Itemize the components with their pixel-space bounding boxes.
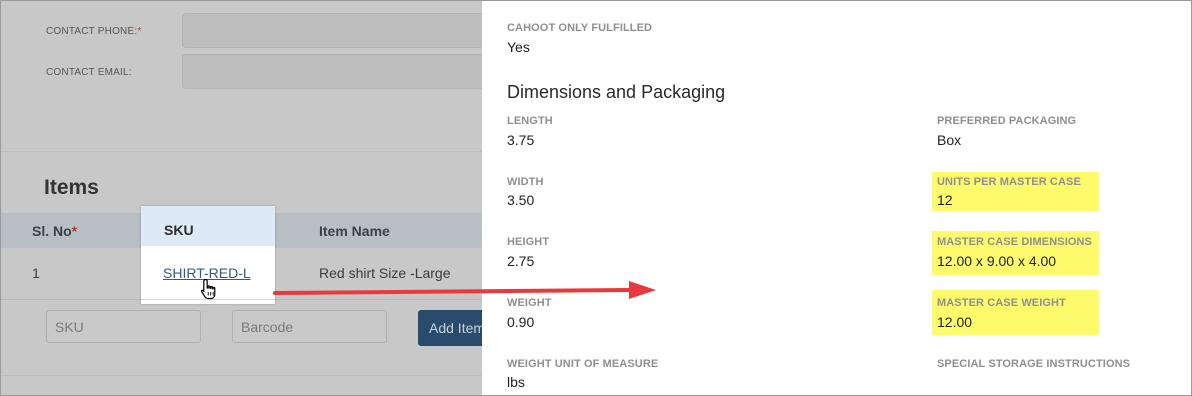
weight-value: 0.90: [507, 314, 535, 330]
weight-unit-value: lbs: [507, 374, 525, 390]
master-case-weight-value: 12.00: [937, 314, 973, 330]
contact-phone-label: CONTACT PHONE:*: [46, 26, 142, 37]
special-storage-instructions-label: SPECIAL STORAGE INSTRUCTIONS: [937, 358, 1131, 370]
column-header-sku: SKU: [141, 206, 275, 246]
screenshot-frame: CONTACT PHONE:* CONTACT EMAIL: Items Sl.…: [0, 0, 1192, 396]
master-case-dimensions-value: 12.00 x 9.00 x 4.00: [937, 253, 1057, 269]
height-value: 2.75: [507, 253, 535, 269]
barcode-input[interactable]: Barcode: [232, 310, 387, 343]
units-per-master-case-label: UNITS PER MASTER CASE: [937, 176, 1081, 188]
background-form: CONTACT PHONE:* CONTACT EMAIL: Items Sl.…: [1, 1, 488, 395]
cahoot-only-fulfilled-value: Yes: [507, 39, 530, 55]
preferred-packaging-label: PREFERRED PACKAGING: [937, 115, 1077, 127]
preferred-packaging-value: Box: [937, 132, 962, 148]
contact-email-input[interactable]: [182, 54, 483, 89]
dimensions-section-title: Dimensions and Packaging: [507, 82, 726, 102]
required-marker: *: [71, 223, 78, 239]
add-item-button[interactable]: Add Item: [418, 310, 488, 346]
weight-unit-label: WEIGHT UNIT OF MEASURE: [507, 358, 659, 370]
items-title: Items: [44, 176, 99, 199]
bottom-divider: [1, 375, 482, 376]
master-case-weight-label: MASTER CASE WEIGHT: [937, 297, 1066, 309]
item-detail-panel: CAHOOT ONLY FULFILLED Yes Dimensions and…: [482, 1, 1191, 395]
length-label: LENGTH: [507, 115, 553, 127]
width-value: 3.50: [507, 192, 535, 208]
contact-phone-input[interactable]: [182, 13, 483, 48]
sku-input[interactable]: SKU: [46, 310, 201, 343]
length-value: 3.75: [507, 132, 535, 148]
contact-email-label: CONTACT EMAIL:: [46, 67, 132, 78]
cahoot-only-fulfilled-label: CAHOOT ONLY FULFILLED: [507, 22, 653, 34]
units-per-master-case-value: 12: [937, 192, 953, 208]
master-case-dimensions-label: MASTER CASE DIMENSIONS: [937, 236, 1092, 248]
arrow-right-icon: [273, 281, 656, 299]
required-marker: *: [137, 26, 142, 37]
height-label: HEIGHT: [507, 236, 550, 248]
section-divider: [1, 151, 482, 152]
column-header-item-name: Item Name: [319, 223, 390, 239]
column-header-sl-no: Sl. No*: [32, 223, 78, 239]
row-sl-no: 1: [32, 265, 40, 281]
width-label: WIDTH: [507, 176, 544, 188]
hand-pointer-icon: [200, 278, 216, 300]
